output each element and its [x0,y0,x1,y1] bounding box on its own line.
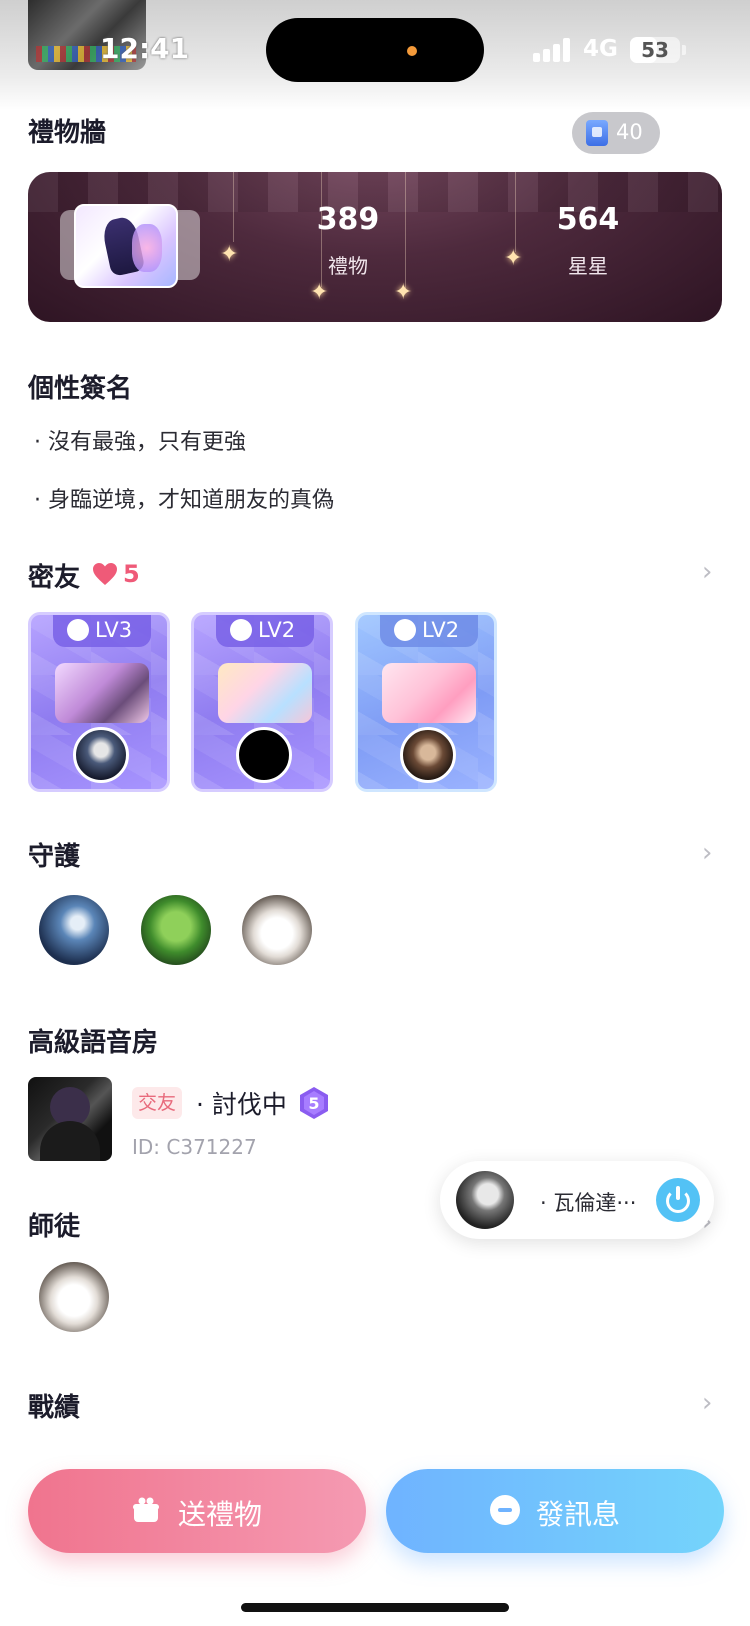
signature-title: 個性簽名 [28,374,133,404]
gift-total-value: 389 [316,202,380,237]
sparkle-icon: ✦ [394,280,413,305]
level-tab: LV2 [380,615,478,647]
collection-book-icon [586,120,608,146]
mentorship-title: 師徒 [28,1212,81,1242]
room-level-badge: 5 [300,1087,328,1119]
sparkle-icon: ✦ [310,280,329,305]
guardians-title: 守護 [28,842,81,872]
heart-icon [93,563,117,585]
room-level-text: 5 [308,1094,319,1113]
voice-room-cover[interactable] [28,1077,112,1161]
room-tag: 交友 [132,1087,182,1119]
status-time: 12:41 [100,32,190,65]
puzzle-icon [230,619,252,641]
gift-icon [133,1497,159,1522]
room-name[interactable]: · 討伐中 [196,1085,287,1121]
signature-line: · 身臨逆境，才知道朋友的真偽 [34,488,334,513]
friend-card[interactable]: LV3 [28,612,170,792]
sparkle-icon: ✦ [504,246,523,271]
avatar[interactable] [236,727,292,783]
level-text: LV2 [258,618,296,642]
sparkle-icon: ✦ [220,242,239,267]
gift-wall-banner[interactable]: ✦ ✦ ✦ ✦ 389 禮物 564 星星 [28,172,722,322]
floating-room-name: · 瓦倫達··· [540,1191,637,1215]
battery-level: 53 [641,38,669,62]
send-message-button[interactable]: 發訊息 [386,1469,724,1553]
mic-indicator-dot [407,46,417,56]
avatar[interactable] [39,895,109,965]
featured-gift-image [74,204,178,288]
ring-icon [394,619,416,641]
dynamic-island [266,18,484,82]
avatar[interactable] [400,727,456,783]
level-text: LV2 [422,618,460,642]
level-tab: LV2 [216,615,314,647]
gift-collection-count: 40 [616,120,643,144]
guardians-chevron-icon[interactable]: › [702,838,712,868]
motorcycle-icon [55,663,149,723]
send-gift-label: 送禮物 [178,1498,263,1531]
avatar [456,1171,514,1229]
voice-room-title: 高級語音房 [28,1028,159,1058]
room-id: ID: C371227 [132,1135,257,1159]
decor-string [515,172,516,252]
level-text: LV3 [95,618,133,642]
network-type: 4G [583,36,618,62]
battery-tip [682,45,686,55]
gift-collection-badge[interactable]: 40 [572,112,660,154]
friend-card[interactable]: LV2 [355,612,497,792]
gift-wall-title: 禮物牆 [28,118,107,148]
status-bar: 12:41 4G 53 [0,0,750,110]
puzzle-icon [67,619,89,641]
avatar[interactable] [141,895,211,965]
signal-icon [533,38,571,62]
close-friends-count: 5 [123,560,140,588]
home-indicator[interactable] [241,1603,509,1612]
floating-room-player[interactable]: · 瓦倫達··· [440,1161,714,1239]
avatar[interactable] [242,895,312,965]
gift-total-label: 禮物 [328,254,368,278]
send-gift-button[interactable]: 送禮物 [28,1469,366,1553]
chat-icon [490,1495,520,1525]
battery-icon: 53 [630,37,680,63]
close-friends-chevron-icon[interactable]: › [702,557,712,587]
boat-icon [382,663,476,723]
avatar[interactable] [73,727,129,783]
record-chevron-icon[interactable]: › [702,1388,712,1418]
close-friends-title: 密友 [28,563,81,593]
signature-line: · 沒有最強，只有更強 [34,430,246,455]
send-message-label: 發訊息 [536,1498,621,1531]
star-total-value: 564 [556,202,620,237]
star-total-label: 星星 [568,254,608,278]
power-icon[interactable] [656,1178,700,1222]
decor-string [233,172,234,242]
avatar[interactable] [39,1262,109,1332]
level-tab: LV3 [53,615,151,647]
record-title: 戰績 [28,1393,81,1423]
room-icon [218,663,312,723]
friend-card[interactable]: LV2 [191,612,333,792]
gift-wall-more-icon[interactable]: ··› [684,118,712,146]
